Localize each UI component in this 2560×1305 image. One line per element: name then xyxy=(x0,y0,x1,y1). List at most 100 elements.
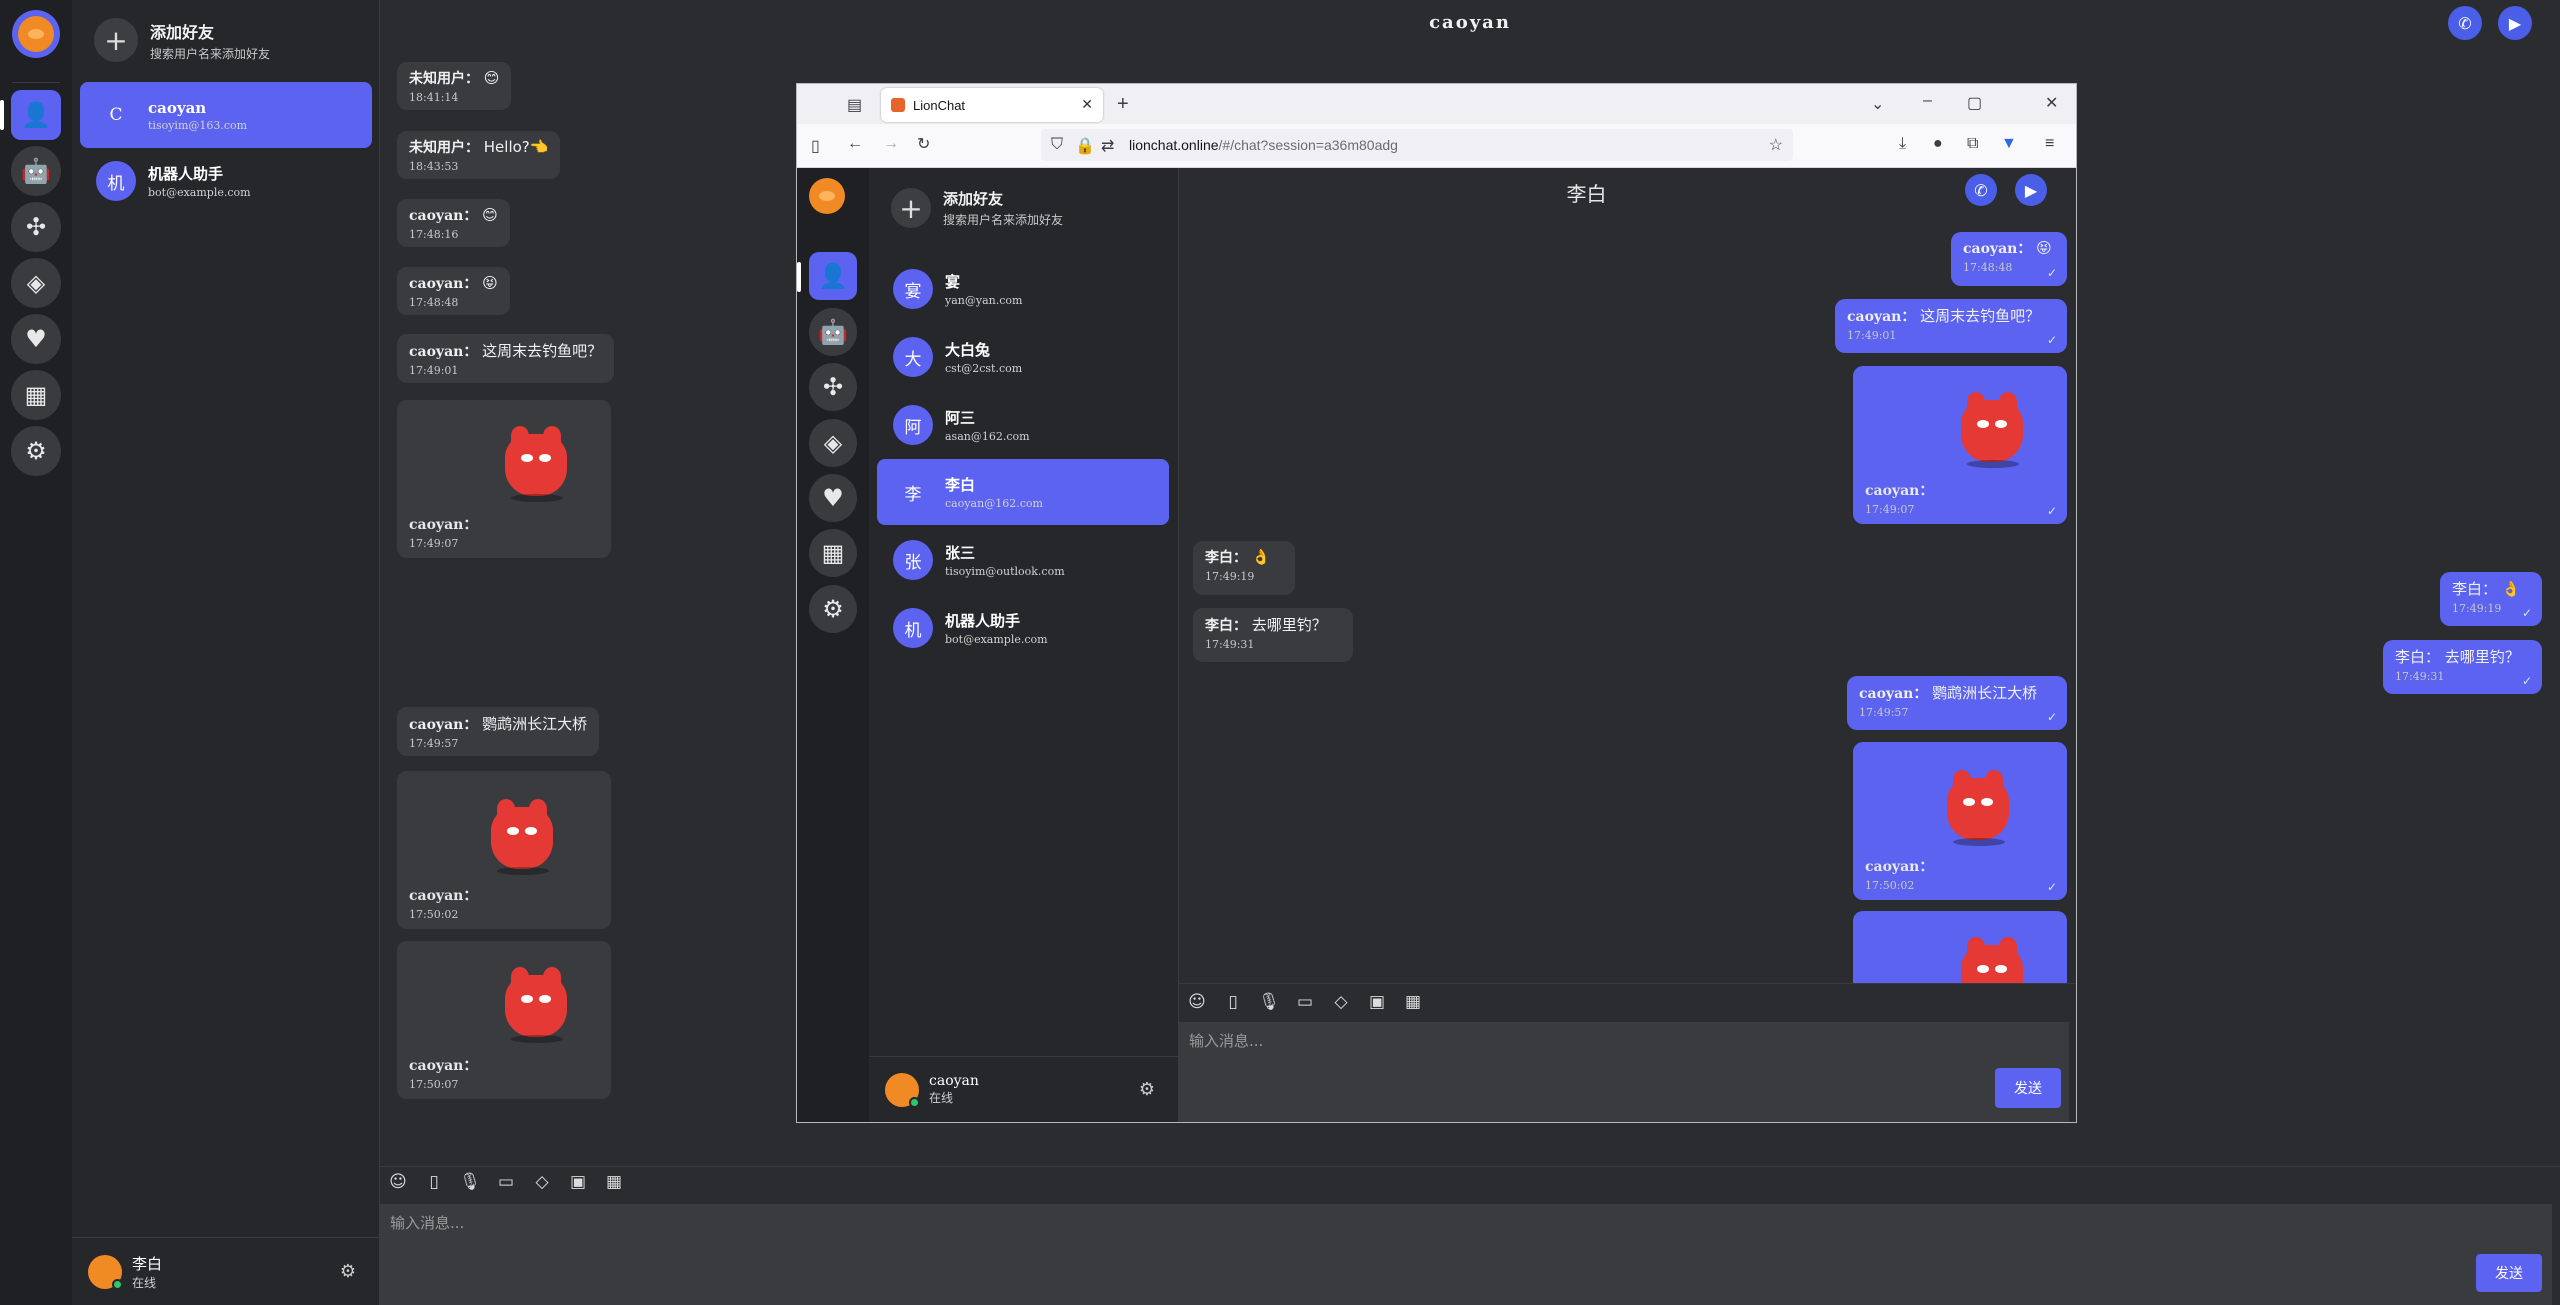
contact-email: bot@example.com xyxy=(148,186,251,199)
bookmark-star-icon[interactable]: ☆ xyxy=(1769,135,1783,155)
gear-icon[interactable]: ⚙ xyxy=(1139,1079,1155,1100)
voice-call-button[interactable]: ✆ xyxy=(2448,6,2482,40)
extensions-icon[interactable]: ⧉ xyxy=(1967,135,1978,153)
add-friend-button[interactable]: + 添加好友 搜索用户名来添加好友 xyxy=(94,18,270,62)
message-input[interactable]: 输入消息... xyxy=(1179,1022,2069,1122)
gear-icon[interactable]: ⚙ xyxy=(340,1261,356,1282)
lion-logo-icon[interactable] xyxy=(809,178,845,214)
read-check-icon: ✓ xyxy=(2521,674,2532,688)
close-window-icon[interactable]: ✕ xyxy=(2045,93,2058,113)
file-icon[interactable]: ▯ xyxy=(1215,990,1251,1014)
contact-item[interactable]: 机 机器人助手 bot@example.com xyxy=(877,595,1169,661)
favorites-nav-button[interactable]: ♥ xyxy=(809,474,857,522)
message-sender: caoyan： xyxy=(409,888,478,904)
video-icon: ▶ xyxy=(2024,180,2038,200)
contacts-nav-button[interactable]: 👤 xyxy=(11,90,61,140)
image-icon[interactable]: ▣ xyxy=(1359,990,1395,1014)
send-button[interactable]: 发送 xyxy=(2476,1254,2542,1292)
menu-icon[interactable]: ≡ xyxy=(2045,135,2054,153)
calendar-icon[interactable]: ▦ xyxy=(596,1170,632,1194)
image-icon[interactable]: ▣ xyxy=(560,1170,596,1194)
minimize-icon[interactable]: – xyxy=(1923,92,1932,110)
settings-nav-button[interactable]: ⚙ xyxy=(11,426,61,476)
pinwheel-icon: ✣ xyxy=(25,213,47,241)
add-friend-button[interactable]: + 添加好友 搜索用户名来添加好友 xyxy=(891,188,1063,228)
tag-icon[interactable]: ◇ xyxy=(1323,990,1359,1014)
contact-item-caoyan[interactable]: C caoyan tisoyim@163.com xyxy=(80,82,372,148)
maximize-icon[interactable]: ▢ xyxy=(1967,93,1982,113)
contact-item-robot[interactable]: 机 机器人助手 bot@example.com xyxy=(80,148,372,214)
card-icon[interactable]: ▭ xyxy=(1287,990,1323,1014)
mic-icon[interactable]: 🎙 xyxy=(1251,990,1287,1014)
message-text: 鹦鹉洲长江大桥 xyxy=(482,715,588,733)
self-status-bar: caoyan 在线 ⚙ xyxy=(869,1056,1179,1122)
image-message-bubble[interactable]: caoyan： 17:49:07 ✓ xyxy=(1853,366,2067,524)
message-sender: caoyan： xyxy=(409,517,478,533)
contact-item[interactable]: 阿 阿三 asan@162.com xyxy=(877,392,1169,458)
url-bar[interactable]: ⛉ 🔒 ⇄ lionchat.online/#/chat?session=a36… xyxy=(1041,129,1793,161)
robot-nav-button[interactable]: 🤖 xyxy=(11,146,61,196)
contact-item[interactable]: 宴 宴 yan@yan.com xyxy=(877,256,1169,322)
mic-icon[interactable]: 🎙 xyxy=(452,1170,488,1194)
settings-nav-button[interactable]: ⚙ xyxy=(809,585,857,633)
compass-nav-button[interactable]: ◈ xyxy=(11,258,61,308)
site-permissions-icon[interactable]: ⇄ xyxy=(1101,136,1114,156)
avatar xyxy=(885,1072,920,1108)
shield-icon[interactable]: ⛉ xyxy=(1051,136,1063,154)
pinwheel-nav-button[interactable]: ✣ xyxy=(11,202,61,252)
contacts-nav-button[interactable]: 👤 xyxy=(809,252,857,300)
calendar-icon[interactable]: ▦ xyxy=(1395,990,1431,1014)
image-message-bubble[interactable]: caoyan： 17:49:07 xyxy=(397,400,611,558)
emoji-icon[interactable]: ☺ xyxy=(1179,990,1215,1014)
lock-icon[interactable]: 🔒 xyxy=(1075,136,1095,156)
send-button[interactable]: 发送 xyxy=(1995,1068,2061,1108)
calendar-icon: ▦ xyxy=(821,539,845,567)
contact-name: 阿三 xyxy=(945,409,976,427)
message-text: 😊 xyxy=(483,69,500,87)
vpn-icon[interactable]: ▼ xyxy=(2001,135,2017,153)
contact-item[interactable]: 张 张三 tisoyim@outlook.com xyxy=(877,527,1169,593)
sticker-image xyxy=(497,424,575,502)
calendar-nav-button[interactable]: ▦ xyxy=(11,370,61,420)
favorites-nav-button[interactable]: ♥ xyxy=(11,314,61,364)
robot-nav-button[interactable]: 🤖 xyxy=(809,308,857,356)
sidebar-icon[interactable]: ▯ xyxy=(811,136,820,156)
image-message-bubble[interactable] xyxy=(1853,911,2067,983)
pinwheel-nav-button[interactable]: ✣ xyxy=(809,363,857,411)
tag-icon[interactable]: ◇ xyxy=(524,1170,560,1194)
back-icon[interactable]: ← xyxy=(847,135,863,153)
forward-icon[interactable]: → xyxy=(883,135,899,153)
avatar: 大 xyxy=(893,337,933,377)
compass-nav-button[interactable]: ◈ xyxy=(809,419,857,467)
close-tab-icon[interactable]: ✕ xyxy=(1081,97,1093,113)
account-icon[interactable]: ● xyxy=(1933,135,1943,153)
card-icon[interactable]: ▭ xyxy=(488,1170,524,1194)
voice-call-button[interactable]: ✆ xyxy=(1965,174,1997,206)
lion-logo-icon[interactable] xyxy=(12,10,60,58)
message-input[interactable]: 输入消息... xyxy=(380,1204,2552,1305)
video-icon: ▶ xyxy=(2508,13,2522,33)
video-call-button[interactable]: ▶ xyxy=(2015,174,2047,206)
image-message-bubble[interactable]: caoyan： 17:50:02 xyxy=(397,771,611,929)
url-text: lionchat.online/#/chat?session=a36m80adg xyxy=(1129,137,1398,153)
image-message-bubble[interactable]: caoyan： 17:50:07 xyxy=(397,941,611,1099)
self-name: caoyan xyxy=(929,1073,979,1089)
new-tab-icon[interactable]: + xyxy=(1117,93,1129,116)
emoji-icon[interactable]: ☺ xyxy=(380,1170,416,1194)
video-call-button[interactable]: ▶ xyxy=(2498,6,2532,40)
calendar-nav-button[interactable]: ▦ xyxy=(809,529,857,577)
message-time: 18:43:53 xyxy=(409,160,459,173)
file-icon[interactable]: ▯ xyxy=(416,1170,452,1194)
image-message-bubble[interactable]: caoyan： 17:50:02 ✓ xyxy=(1853,742,2067,900)
message-bubble: caoyan： 鹦鹉洲长江大桥 17:49:57 xyxy=(397,707,600,756)
contact-item[interactable]: 大 大白兔 cst@2cst.com xyxy=(877,324,1169,390)
reload-icon[interactable]: ↻ xyxy=(917,134,930,154)
downloads-icon[interactable]: ⤓ xyxy=(1899,135,1906,153)
self-status: 在线 xyxy=(929,1091,954,1105)
composer-toolbar: ☺ ▯ 🎙 ▭ ◇ ▣ ▦ xyxy=(1179,990,1431,1014)
message-sender: caoyan： xyxy=(1865,483,1934,499)
contact-item[interactable]: 李 李白 caoyan@162.com xyxy=(877,459,1169,525)
browser-tab[interactable]: LionChat ✕ xyxy=(881,88,1103,122)
tab-overview-icon[interactable]: ▤ xyxy=(847,95,862,115)
chevron-down-icon[interactable]: ⌄ xyxy=(1871,94,1884,114)
